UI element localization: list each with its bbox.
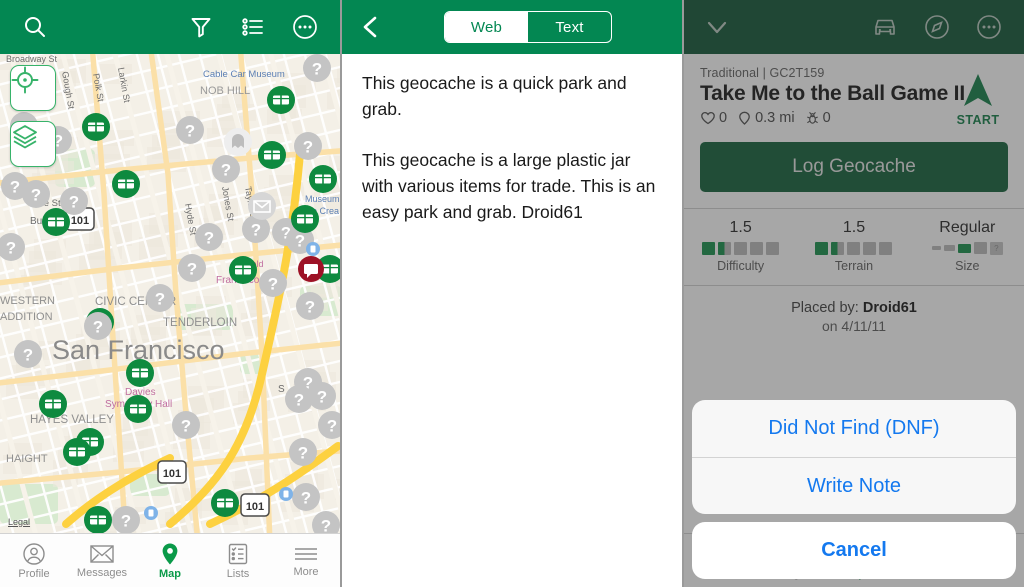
svg-text:?: ?	[23, 346, 33, 365]
svg-text:?: ?	[301, 489, 311, 508]
svg-text:Museum of: Museum of	[305, 194, 342, 204]
map-header	[0, 0, 340, 54]
svg-text:?: ?	[295, 232, 305, 251]
tab-label: Map	[159, 567, 181, 580]
svg-text:?: ?	[321, 517, 331, 534]
svg-text:?: ?	[6, 239, 16, 258]
svg-text:?: ?	[305, 298, 315, 317]
svg-text:?: ?	[204, 229, 214, 248]
action-sheet-options: Did Not Find (DNF) Write Note	[692, 400, 1016, 514]
tab-label: Profile	[18, 567, 50, 580]
tab-more[interactable]: More	[272, 544, 340, 578]
tab-map[interactable]: Map	[136, 542, 204, 580]
svg-text:?: ?	[93, 318, 103, 337]
map-canvas[interactable]: Broadway St Gough St Larkin St Polk St Cable…	[0, 54, 342, 534]
action-write-note[interactable]: Write Note	[692, 457, 1016, 514]
description-panel: Web Text This geocache is a quick park a…	[342, 0, 684, 587]
svg-text:?: ?	[312, 60, 322, 79]
chevron-left-icon[interactable]	[352, 8, 390, 46]
segment-text[interactable]: Text	[528, 12, 611, 42]
action-did-not-find[interactable]: Did Not Find (DNF)	[692, 400, 1016, 457]
map-panel: Broadway St Gough St Larkin St Polk St Cable…	[0, 0, 342, 587]
log-action-sheet: Did Not Find (DNF) Write Note Cancel	[692, 400, 1016, 579]
map-layers-icon[interactable]	[10, 121, 56, 167]
cache-description: This geocache is a quick park and grab. …	[342, 54, 682, 587]
svg-text:?: ?	[155, 290, 165, 309]
app-screen: Broadway St Gough St Larkin St Polk St Cable…	[0, 0, 1024, 587]
svg-text:101: 101	[71, 215, 89, 227]
svg-text:WESTERN: WESTERN	[0, 295, 55, 307]
map-pin-icon	[158, 542, 182, 566]
segment-web[interactable]: Web	[445, 12, 528, 42]
search-icon[interactable]	[16, 8, 54, 46]
svg-text:?: ?	[298, 444, 308, 463]
tab-label: Messages	[76, 566, 128, 579]
svg-text:?: ?	[31, 186, 41, 205]
tab-lists[interactable]: Lists	[204, 542, 272, 580]
more-circle-icon[interactable]	[286, 8, 324, 46]
description-paragraph: This geocache is a quick park and grab.	[362, 73, 627, 120]
svg-text:?: ?	[187, 260, 197, 279]
web-text-segmented-control[interactable]: Web Text	[444, 11, 612, 43]
svg-text:Cable Car Museum: Cable Car Museum	[203, 69, 285, 80]
svg-text:ADDITION: ADDITION	[0, 311, 53, 323]
tab-label: Lists	[226, 567, 250, 580]
map-legal-link[interactable]: Legal	[8, 517, 30, 527]
svg-text:101: 101	[246, 501, 264, 513]
description-header: Web Text	[342, 0, 682, 54]
filter-funnel-icon[interactable]	[182, 8, 220, 46]
svg-text:?: ?	[69, 193, 79, 212]
tab-label: More	[293, 565, 319, 578]
svg-text:?: ?	[251, 221, 261, 240]
svg-text:HAIGHT: HAIGHT	[6, 453, 48, 465]
svg-text:?: ?	[327, 417, 337, 436]
svg-text:?: ?	[121, 512, 131, 531]
description-paragraph: This geocache is a large plastic jar wit…	[362, 149, 656, 223]
svg-text:?: ?	[221, 161, 231, 180]
svg-text:?: ?	[317, 388, 327, 407]
svg-text:?: ?	[10, 178, 20, 197]
svg-text:101: 101	[163, 468, 181, 480]
hamburger-icon	[293, 544, 319, 564]
cache-detail-panel: Traditional | GC2T159 Take Me to the Bal…	[684, 0, 1024, 587]
svg-text:?: ?	[268, 275, 278, 294]
svg-text:S: S	[278, 384, 285, 395]
profile-icon	[22, 542, 46, 566]
envelope-icon	[89, 543, 115, 565]
svg-text:?: ?	[185, 122, 195, 141]
svg-text:?: ?	[181, 417, 191, 436]
action-cancel[interactable]: Cancel	[692, 522, 1016, 579]
svg-text:NOB HILL: NOB HILL	[200, 85, 250, 97]
svg-text:?: ?	[294, 391, 304, 410]
svg-text:Broadway St: Broadway St	[6, 54, 58, 64]
crosshair-locate-icon[interactable]	[10, 65, 56, 111]
tab-profile[interactable]: Profile	[0, 542, 68, 580]
tab-messages[interactable]: Messages	[68, 543, 136, 579]
svg-text:TENDERLOIN: TENDERLOIN	[163, 317, 237, 329]
clipboard-list-icon	[227, 542, 249, 566]
svg-text:HAYES VALLEY: HAYES VALLEY	[30, 414, 114, 426]
bottom-tabbar: Profile Messages Map Lists More	[0, 533, 340, 587]
list-icon[interactable]	[234, 8, 272, 46]
svg-text:?: ?	[303, 138, 313, 157]
